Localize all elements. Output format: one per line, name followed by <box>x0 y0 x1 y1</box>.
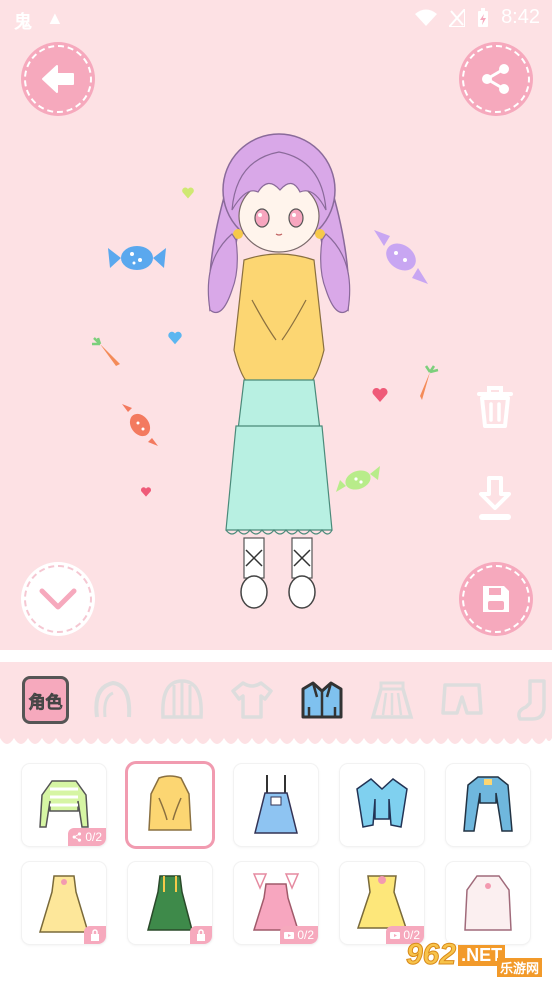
collapse-button[interactable] <box>24 565 92 633</box>
category-hair-back[interactable] <box>89 677 135 723</box>
lace-divider-top <box>0 656 552 662</box>
lock-icon <box>197 929 205 941</box>
dressup-stage <box>0 40 552 650</box>
share-unlock-badge: 0/2 <box>68 828 106 846</box>
no-signal-icon <box>449 8 466 27</box>
share-unlock-count: 0/2 <box>85 830 102 844</box>
video-unlock-count: 0/2 <box>297 928 314 942</box>
trash-icon <box>477 386 513 428</box>
category-socks[interactable] <box>509 677 552 723</box>
white-pink-dress-icon <box>464 875 512 931</box>
watermark-number: 962 <box>405 938 457 972</box>
locked-badge-2 <box>190 926 212 944</box>
arrow-left-icon <box>42 65 74 93</box>
green-dress-icon <box>147 875 193 931</box>
locked-badge <box>84 926 106 944</box>
video-icon <box>284 932 295 939</box>
sock-icon <box>516 679 546 721</box>
category-jacket[interactable] <box>299 677 345 723</box>
download-button[interactable] <box>470 474 520 524</box>
blue-overall-dress-icon <box>254 775 298 834</box>
chevron-down-icon <box>39 588 77 610</box>
upload-notification-icon: ▲ <box>46 8 64 28</box>
item-blue-overall-dress[interactable] <box>234 764 318 846</box>
heart-icon-blue <box>168 331 182 345</box>
item-grid: 0/2 0/2 0/2 <box>22 764 542 944</box>
blue-jacket-icon <box>356 778 408 828</box>
app-notification-icon: 鬼 <box>14 12 32 32</box>
purple-candy-icon <box>374 230 428 284</box>
heart-icon-small <box>140 487 152 497</box>
item-yellow-bow-dress[interactable] <box>22 862 106 944</box>
item-blue-jacket[interactable] <box>340 764 424 846</box>
shorts-icon <box>441 683 483 715</box>
item-striped-crop-top[interactable]: 0/2 <box>22 764 106 846</box>
hair-front-icon <box>161 679 203 719</box>
video-icon <box>390 932 401 939</box>
lock-icon <box>91 929 99 941</box>
wifi-icon <box>415 9 438 26</box>
category-skirt[interactable] <box>369 677 415 723</box>
floppy-disk-icon <box>483 586 509 612</box>
category-shirt[interactable] <box>229 677 275 723</box>
share-icon <box>482 64 509 94</box>
heart-icon-green <box>182 187 194 199</box>
hair-back-icon <box>94 680 132 718</box>
red-candy-icon <box>122 404 158 446</box>
site-watermark: 962 .NET 乐游网 <box>405 933 546 977</box>
status-bar: 鬼 ▲ 8:42 <box>0 0 552 40</box>
striped-crop-top-icon <box>39 780 89 828</box>
category-hair-front[interactable] <box>159 677 205 723</box>
category-role-label: 角色 <box>28 692 63 712</box>
delete-button[interactable] <box>470 382 520 432</box>
blue-jacket-2-icon <box>463 776 513 832</box>
category-bar: 角色 <box>0 662 552 738</box>
save-button[interactable] <box>462 565 530 633</box>
item-green-dress[interactable] <box>128 862 212 944</box>
yellow-bow-dress-icon <box>38 875 90 933</box>
download-icon <box>479 476 511 520</box>
blue-candy-icon <box>108 246 166 270</box>
category-role-tab[interactable]: 角色 <box>22 676 70 724</box>
tshirt-icon <box>231 681 273 719</box>
share-button[interactable] <box>462 45 530 113</box>
carrot-icon-2 <box>420 365 439 400</box>
share-icon <box>72 832 82 842</box>
skirt-icon <box>370 681 414 719</box>
item-blue-jacket-2[interactable] <box>446 764 530 846</box>
item-pink-bunny-dress[interactable]: 0/2 <box>234 862 318 944</box>
yellow-sweater-icon <box>148 775 192 831</box>
jacket-icon <box>301 681 343 719</box>
heart-icon-red <box>372 387 388 402</box>
carrot-icon <box>92 337 120 366</box>
category-shorts[interactable] <box>439 677 485 723</box>
item-yellow-sweater[interactable] <box>128 764 212 846</box>
character-figure <box>207 133 351 609</box>
video-unlock-badge: 0/2 <box>280 926 318 944</box>
item-yellow-flower-dress[interactable]: 0/2 <box>340 862 424 944</box>
item-white-pink-dress[interactable] <box>446 862 530 944</box>
watermark-subtitle: 乐游网 <box>496 958 542 977</box>
clock: 8:42 <box>501 6 540 28</box>
lace-divider-bottom <box>0 738 552 744</box>
back-button[interactable] <box>24 45 92 113</box>
battery-icon <box>478 7 489 27</box>
